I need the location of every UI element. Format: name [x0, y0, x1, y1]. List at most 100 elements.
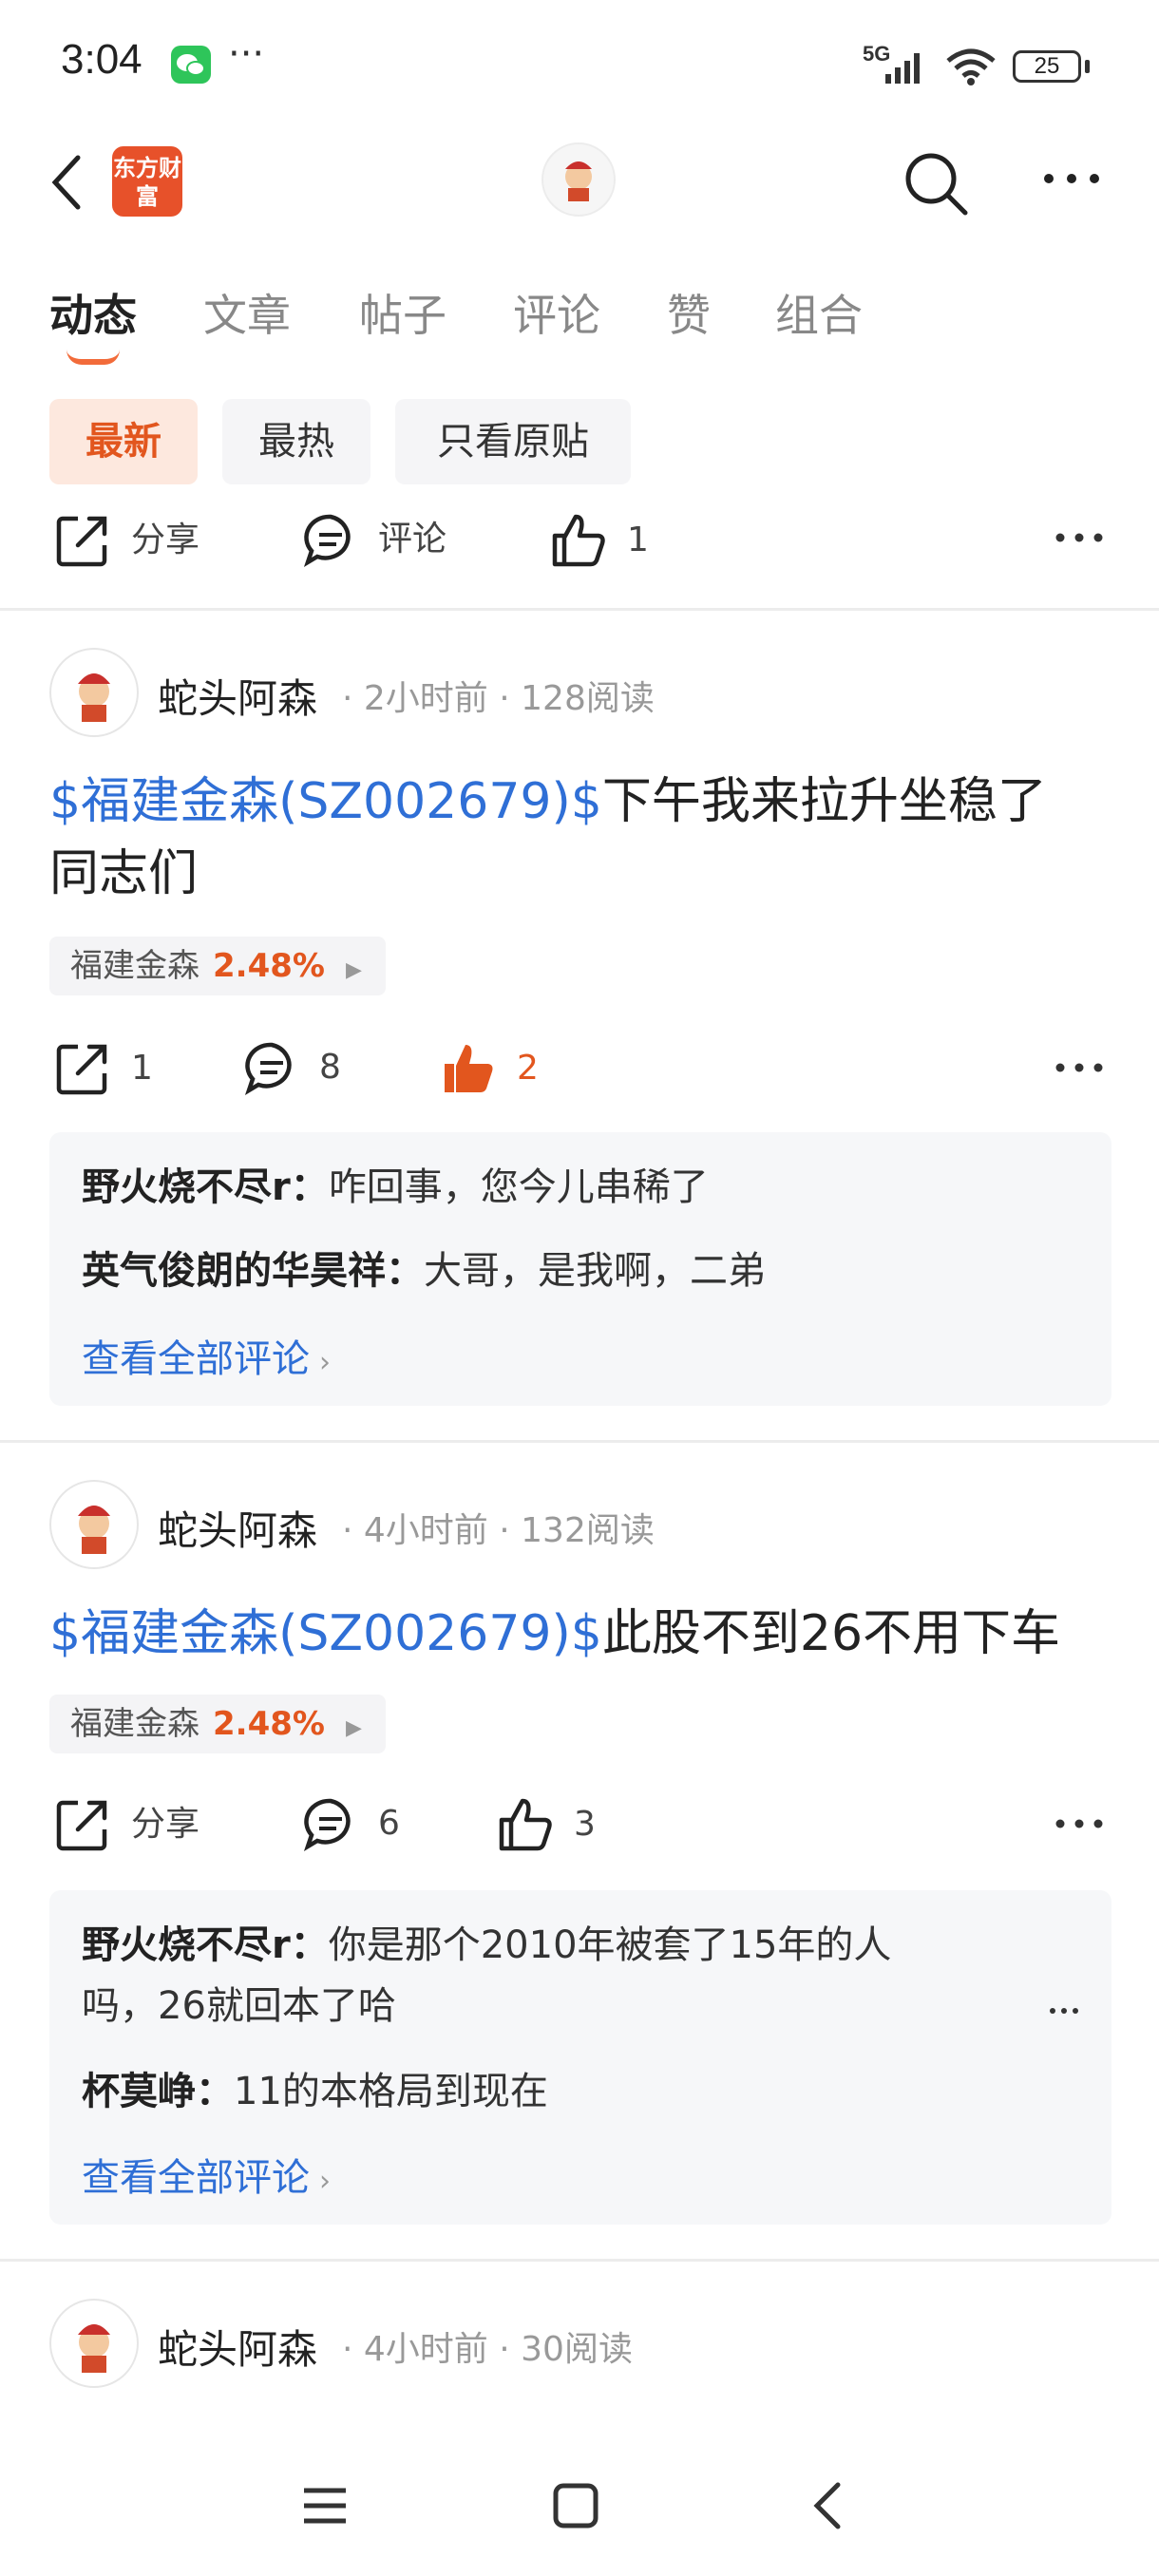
post-meta: · 2小时前 · 128阅读: [342, 679, 655, 718]
comment-text: 大哥，是我啊，二弟: [424, 1249, 766, 1293]
comment-button[interactable]: 6: [302, 1795, 400, 1852]
post-time: 4小时前: [363, 1511, 488, 1550]
author-avatar[interactable]: [49, 2299, 139, 2388]
status-time: 3:04: [61, 36, 142, 83]
post-reads: 132阅读: [521, 1511, 655, 1550]
comment-icon: [244, 1042, 292, 1096]
thumbs-up-filled-icon: [445, 1045, 493, 1092]
like-count: 2: [517, 1049, 539, 1088]
post-time: 2小时前: [363, 679, 488, 718]
post-meta: · 4小时前 · 30阅读: [342, 2330, 633, 2369]
play-arrow-icon: ▶: [345, 1716, 362, 1740]
comment-count: 6: [378, 1804, 400, 1843]
divider: [0, 2259, 1159, 2262]
battery-icon: 25: [1013, 50, 1081, 83]
system-back-icon[interactable]: [809, 2479, 847, 2536]
stock-chip-name: 福建金森: [70, 947, 200, 985]
tab-portfolio[interactable]: 组合: [775, 281, 863, 344]
share-icon: [56, 1044, 107, 1095]
post-reads: 30阅读: [521, 2330, 633, 2369]
filter-hottest[interactable]: 最热: [222, 399, 370, 484]
view-all-comments-link[interactable]: 查看全部评论 ›: [82, 1328, 331, 1383]
post-more-icon[interactable]: [1054, 528, 1104, 551]
stock-chip-change: 2.48%: [213, 947, 325, 985]
play-arrow-icon: ▶: [345, 958, 362, 982]
stock-chip[interactable]: 福建金森 2.48% ▶: [49, 937, 386, 995]
share-label: 分享: [131, 1805, 200, 1844]
post-time: 4小时前: [363, 2330, 488, 2369]
comment-user[interactable]: 野火烧不尽r：: [82, 1923, 329, 1967]
post-more-icon[interactable]: [1054, 1058, 1104, 1081]
wechat-notification-icon: [171, 46, 211, 84]
comment-user[interactable]: 野火烧不尽r：: [82, 1165, 329, 1209]
tab-dynamics[interactable]: 动态: [49, 281, 137, 344]
author-name[interactable]: 蛇头阿森: [158, 2318, 317, 2376]
comment-label: 评论: [378, 520, 447, 559]
like-button[interactable]: 3: [496, 1795, 596, 1854]
share-button[interactable]: 分享: [53, 1795, 200, 1854]
thumbs-up-icon: [552, 514, 605, 567]
like-button[interactable]: 2: [439, 1039, 539, 1098]
menu-icon[interactable]: [300, 2483, 350, 2532]
chevron-right-icon: ›: [319, 2165, 331, 2198]
comment-text-continued: 吗，26就回本了哈: [82, 1984, 396, 2028]
post-text-line1: 此股不到26不用下车: [601, 1605, 1061, 1662]
search-icon[interactable]: [901, 148, 971, 222]
comment-item: 英气俊朗的华昊祥：大哥，是我啊，二弟: [82, 1241, 1032, 1301]
share-button[interactable]: 1: [53, 1039, 153, 1098]
tab-comments[interactable]: 评论: [513, 281, 600, 344]
author-avatar[interactable]: [49, 648, 139, 737]
post-content[interactable]: $福建金森(SZ002679)$此股不到26不用下车: [49, 1598, 1123, 1670]
thumbs-up-icon: [499, 1798, 552, 1851]
comment-icon: [303, 514, 351, 568]
comment-user[interactable]: 杯莫峥：: [82, 2070, 234, 2113]
tab-posts[interactable]: 帖子: [359, 281, 446, 344]
tab-articles[interactable]: 文章: [203, 281, 291, 344]
like-count: 3: [574, 1805, 596, 1844]
comment-button[interactable]: 8: [243, 1039, 341, 1096]
comment-user[interactable]: 英气俊朗的华昊祥：: [82, 1249, 424, 1293]
wifi-icon: [944, 46, 998, 89]
tab-underline: [66, 350, 120, 365]
author-name[interactable]: 蛇头阿森: [158, 667, 317, 725]
like-count: 1: [627, 521, 649, 559]
share-label: 分享: [131, 521, 200, 559]
stock-chip[interactable]: 福建金森 2.48% ▶: [49, 1695, 386, 1753]
user-avatar[interactable]: [542, 142, 616, 217]
chevron-right-icon: ›: [319, 1346, 331, 1379]
like-button[interactable]: 1: [549, 511, 649, 570]
home-icon[interactable]: [551, 2481, 600, 2534]
comment-more-icon[interactable]: [1049, 2002, 1079, 2020]
view-all-comments-link[interactable]: 查看全部评论 ›: [82, 2147, 331, 2202]
share-count: 1: [131, 1049, 153, 1088]
share-button[interactable]: 分享: [53, 511, 200, 570]
signal-icon: [884, 47, 931, 89]
filter-latest[interactable]: 最新: [49, 399, 198, 484]
comment-count: 8: [319, 1048, 341, 1087]
post-content[interactable]: $福建金森(SZ002679)$下午我来拉升坐稳了 同志们: [49, 766, 1123, 910]
comment-text: 你是那个2010年被套了15年的人: [328, 1923, 892, 1967]
post-reads: 128阅读: [521, 679, 655, 718]
app-logo: 东方财富: [112, 146, 182, 217]
comment-item: 杯莫峥：11的本格局到现在: [82, 2061, 1032, 2122]
share-icon: [56, 516, 107, 567]
more-options-icon[interactable]: [1041, 167, 1102, 194]
comment-text: 11的本格局到现在: [234, 2070, 548, 2113]
tab-likes[interactable]: 赞: [667, 281, 711, 344]
author-name[interactable]: 蛇头阿森: [158, 1499, 317, 1557]
stock-tag-link[interactable]: $福建金森(SZ002679)$: [49, 773, 602, 830]
stock-tag-link[interactable]: $福建金森(SZ002679)$: [49, 1605, 602, 1662]
stock-chip-name: 福建金森: [70, 1705, 200, 1743]
comment-icon: [303, 1798, 351, 1852]
comment-button[interactable]: 评论: [302, 511, 446, 568]
divider: [0, 1440, 1159, 1443]
back-button[interactable]: [48, 152, 86, 217]
post-meta: · 4小时前 · 132阅读: [342, 1511, 655, 1550]
filter-original-only[interactable]: 只看原贴: [395, 399, 631, 484]
author-avatar[interactable]: [49, 1480, 139, 1569]
stock-chip-change: 2.48%: [213, 1705, 325, 1743]
battery-tip: [1085, 60, 1090, 73]
post-more-icon[interactable]: [1054, 1814, 1104, 1837]
post-text-line1: 下午我来拉升坐稳了: [601, 773, 1047, 830]
comment-item: 野火烧不尽r：你是那个2010年被套了15年的人 吗，26就回本了哈: [82, 1915, 1032, 2036]
